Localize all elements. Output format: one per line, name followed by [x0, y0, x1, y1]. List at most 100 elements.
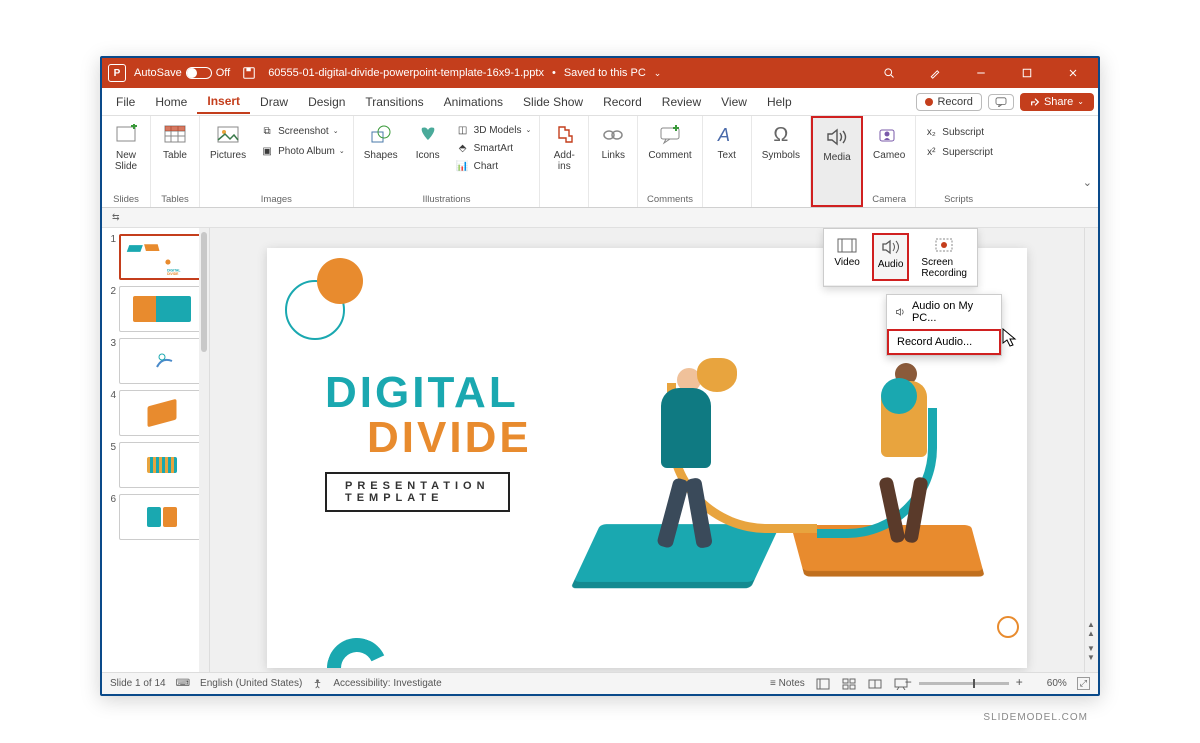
ribbon-group-comments: Comment Comments	[638, 116, 702, 207]
share-button[interactable]: Share⌄	[1020, 93, 1094, 111]
photo-album-button[interactable]: ▣Photo Album⌄	[258, 143, 347, 159]
reading-view-button[interactable]	[867, 677, 883, 691]
thumb-slide-6[interactable]	[119, 494, 205, 540]
audio-on-pc-item[interactable]: Audio on My PC...	[887, 295, 1001, 329]
menu-design[interactable]: Design	[298, 91, 355, 113]
addins-icon	[551, 122, 577, 148]
menu-help[interactable]: Help	[757, 91, 802, 113]
video-button[interactable]: Video	[830, 233, 863, 281]
slide-title-1[interactable]: DIGITAL	[325, 368, 519, 418]
icons-button[interactable]: Icons	[410, 120, 446, 163]
comments-pane-button[interactable]	[988, 94, 1014, 110]
menu-transitions[interactable]: Transitions	[355, 91, 433, 113]
ribbon-group-images: Pictures ⧉Screenshot⌄ ▣Photo Album⌄ Imag…	[200, 116, 354, 207]
addins-button[interactable]: Add- ins	[546, 120, 582, 174]
toggle-icon[interactable]	[186, 67, 212, 79]
thumbnail-panel[interactable]: 1 DIGITALDIVIDE 2 3 4 5 6	[102, 228, 210, 672]
statusbar: Slide 1 of 14 ⌨ English (United States) …	[102, 672, 1098, 694]
media-button[interactable]: Media	[819, 122, 855, 165]
language-icon[interactable]: ⌨	[176, 678, 190, 689]
slide-position[interactable]: Slide 1 of 14	[110, 678, 166, 689]
accessibility-status[interactable]: Accessibility: Investigate	[333, 678, 441, 689]
scroll-down-dbl-icon[interactable]: ▼▼	[1087, 644, 1095, 662]
accessibility-icon[interactable]	[312, 678, 323, 689]
fit-button[interactable]: ⤢	[1077, 677, 1090, 690]
thumbs-scrollbar[interactable]	[199, 228, 209, 672]
video-icon	[835, 235, 859, 255]
symbols-button[interactable]: Ω Symbols	[758, 120, 804, 163]
maximize-button[interactable]	[1008, 58, 1046, 88]
ribbon-collapse-icon[interactable]: ⌄	[1083, 176, 1092, 189]
quick-access-row: ⇆	[102, 208, 1098, 228]
watermark: SLIDEMODEL.COM	[983, 712, 1088, 723]
app-window: P AutoSave Off 60555-01-digital-divide-p…	[100, 56, 1100, 696]
shapes-icon	[368, 122, 394, 148]
shapes-button[interactable]: Shapes	[360, 120, 402, 163]
notes-button[interactable]: ≡ Notes	[770, 678, 805, 689]
menu-record[interactable]: Record	[593, 91, 652, 113]
pictures-button[interactable]: Pictures	[206, 120, 250, 163]
language-status[interactable]: English (United States)	[200, 678, 302, 689]
record-button[interactable]: Record	[916, 93, 981, 111]
scroll-up-dbl-icon[interactable]: ▲▲	[1087, 620, 1095, 638]
screen-recording-button[interactable]: Screen Recording	[917, 233, 971, 281]
vertical-scrollbar[interactable]: ▲▲ ▼▼	[1084, 228, 1098, 672]
subscript-button[interactable]: x₂Subscript	[922, 124, 995, 140]
thumb-slide-1[interactable]: DIGITALDIVIDE	[119, 234, 205, 280]
superscript-button[interactable]: x²Superscript	[922, 144, 995, 160]
zoom-slider[interactable]	[919, 682, 1009, 685]
menu-review[interactable]: Review	[652, 91, 711, 113]
table-button[interactable]: Table	[157, 120, 193, 163]
menu-slideshow[interactable]: Slide Show	[513, 91, 593, 113]
menu-animations[interactable]: Animations	[434, 91, 513, 113]
chart-icon: 📊	[456, 159, 470, 173]
normal-view-button[interactable]	[815, 677, 831, 691]
autosave-label: AutoSave	[134, 67, 182, 79]
slide-subtitle[interactable]: PRESENTATIONTEMPLATE	[325, 472, 510, 512]
svg-text:A: A	[717, 125, 730, 145]
smartart-button[interactable]: ⬘SmartArt	[454, 140, 534, 156]
close-button[interactable]	[1054, 58, 1092, 88]
minimize-button[interactable]	[962, 58, 1000, 88]
menubar: File Home Insert Draw Design Transitions…	[102, 88, 1098, 116]
menu-file[interactable]: File	[106, 91, 145, 113]
comment-icon	[657, 122, 683, 148]
comment-button[interactable]: Comment	[644, 120, 695, 163]
qat-overflow-icon[interactable]: ⇆	[112, 212, 120, 223]
new-slide-button[interactable]: New Slide	[108, 120, 144, 174]
autosave-toggle[interactable]: AutoSave Off	[134, 67, 230, 79]
menu-home[interactable]: Home	[145, 91, 197, 113]
menu-view[interactable]: View	[711, 91, 757, 113]
sorter-view-button[interactable]	[841, 677, 857, 691]
slide-canvas[interactable]: DIGITAL DIVIDE PRESENTATIONTEMPLATE	[210, 228, 1084, 672]
document-title: 60555-01-digital-divide-powerpoint-templ…	[268, 67, 544, 79]
omega-icon: Ω	[768, 122, 794, 148]
ribbon-group-links: Links	[589, 116, 638, 207]
pen-icon[interactable]	[916, 58, 954, 88]
cameo-button[interactable]: Cameo	[869, 120, 909, 163]
link-icon	[600, 122, 626, 148]
screenshot-button[interactable]: ⧉Screenshot⌄	[258, 123, 347, 139]
save-icon[interactable]	[238, 66, 260, 80]
ribbon-group-scripts: x₂Subscript x²Superscript Scripts	[916, 116, 1001, 207]
audio-button[interactable]: Audio	[872, 233, 910, 281]
links-button[interactable]: Links	[595, 120, 631, 163]
zoom-level[interactable]: 60%	[1047, 678, 1067, 689]
text-button[interactable]: A Text	[709, 120, 745, 163]
thumb-slide-5[interactable]	[119, 442, 205, 488]
thumb-slide-3[interactable]	[119, 338, 205, 384]
decor-circle-orange	[317, 258, 363, 304]
menu-draw[interactable]: Draw	[250, 91, 298, 113]
ribbon-group-illustrations: Shapes Icons ◫3D Models⌄ ⬘SmartArt 📊Char…	[354, 116, 541, 207]
menu-insert[interactable]: Insert	[197, 90, 250, 114]
decor-ring-right	[997, 616, 1019, 638]
record-audio-item[interactable]: Record Audio...	[887, 329, 1001, 355]
search-icon[interactable]	[870, 58, 908, 88]
decor-ring-bottom	[319, 630, 396, 668]
thumb-slide-4[interactable]	[119, 390, 205, 436]
chart-button[interactable]: 📊Chart	[454, 158, 534, 174]
slide-title-2[interactable]: DIVIDE	[367, 413, 532, 463]
text-icon: A	[714, 122, 740, 148]
3d-models-button[interactable]: ◫3D Models⌄	[454, 122, 534, 138]
thumb-slide-2[interactable]	[119, 286, 205, 332]
